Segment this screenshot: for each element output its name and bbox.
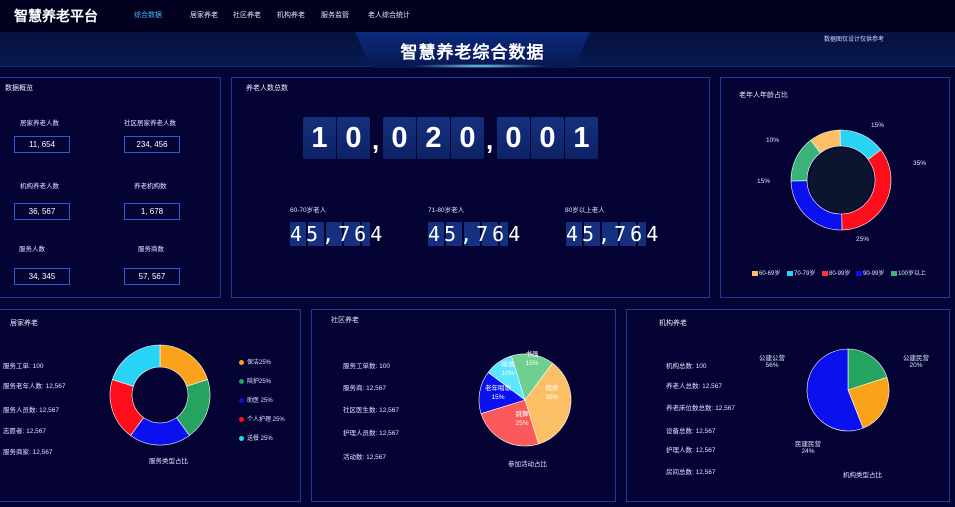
service-type-chart-title: 服务类型占比 [149,458,188,465]
community-stat: 服务商: 12,567 [343,385,387,392]
institution-stat: 护理人数: 12,567 [666,447,716,454]
legend-item-90-99: 90-99岁 [856,268,884,277]
legend-item-80-99: 80-99岁 [822,268,850,277]
age-group-label: 80岁以上老人 [565,207,605,214]
legend-item-meal-delivery: 送餐 25% [239,433,273,442]
institution-stat: 设备总数: 12,567 [666,428,716,435]
nav-item-overview[interactable]: 综合数据 [134,10,162,20]
institution-label-public-public: 公建公营 56% [759,355,785,369]
service-slice-cleaning [159,344,208,387]
nav-item-service-supervision[interactable]: 服务监管 [321,10,349,20]
total-separator: , [372,125,380,155]
community-stat: 社区医生数: 12,567 [343,407,400,414]
community-care-title: 社区养老 [331,317,359,324]
title-glow [410,64,550,68]
overview-label: 居家养老人数 [20,120,59,127]
legend-item-personal-care: 个人护理 25% [239,414,285,423]
legend-item-100plus: 100岁以上 [891,268,926,277]
total-digit: 1 [565,117,598,159]
nav-item-elderly-statistics[interactable]: 老人综合统计 [368,10,410,20]
total-digit: 0 [383,117,416,159]
nav-item-institution-care[interactable]: 机构养老 [277,10,305,20]
activity-slice-label: 书画 [526,349,539,358]
community-stat: 活动数: 12,567 [343,454,387,461]
overview-value: 1, 678 [124,203,180,220]
overview-label: 机构养老人数 [20,183,59,190]
age-ratio-title: 老年人年龄占比 [739,92,788,99]
total-digit: 0 [497,117,530,159]
institution-stat: 养老床位数总数: 12,567 [666,405,736,412]
activity-slice-percent: 35% [545,394,558,401]
age-label-10: 10% [766,137,780,144]
institution-label-public-private: 公建民营 20% [903,355,929,369]
activity-slice-label: 瑜伽 [502,359,515,368]
total-digit: 2 [417,117,450,159]
legend-item-70-79: 70-79岁 [787,268,815,277]
age-label-15-top: 15% [871,122,885,129]
overview-label: 服务商数 [138,246,164,253]
age-group-value: 45,764 [428,222,525,246]
total-digit: 1 [303,117,336,159]
age-group-value: 45,764 [566,222,663,246]
age-label-15-left: 15% [757,178,771,185]
legend-item-60-69: 60-69岁 [752,268,780,277]
home-stat: 志愿者: 12,567 [3,428,47,435]
institution-type-pie-chart [795,338,905,438]
overview-label: 养老机构数 [134,183,167,190]
home-stat: 服务老年人数: 12,567 [3,383,66,390]
legend-item-medical: 助医 25% [239,395,273,404]
age-label-35: 35% [913,160,927,167]
age-group-label: 71-80岁老人 [428,207,465,214]
age-group-value: 45,764 [290,222,387,246]
activity-slice-percent: 25% [515,420,528,427]
activity-slice-percent: 10% [501,370,514,377]
page-title: 智慧养老综合数据 [400,43,545,62]
institution-chart-title: 机构类型占比 [843,472,882,479]
activity-slice-percent: 15% [525,360,538,367]
home-stat: 服务商家: 12,567 [3,449,53,456]
total-separator: , [486,125,494,155]
institution-stat: 养老人总数: 12,567 [666,383,723,390]
activity-chart-title: 参加活动占比 [508,461,547,468]
overview-label: 服务人数 [19,246,45,253]
total-digit: 0 [337,117,370,159]
home-stat: 服务人员数: 12,567 [3,407,60,414]
overview-value: 234, 456 [124,136,180,153]
overview-label: 社区居家养老人数 [124,120,176,127]
community-stat: 护理人员数: 12,567 [343,430,400,437]
activity-slice-label: 棋类 [546,383,560,392]
total-digit: 0 [531,117,564,159]
institution-stat: 机构总数: 100 [666,363,707,370]
overview-value: 34, 345 [14,268,70,285]
overview-value: 57, 567 [124,268,180,285]
institution-care-title: 机构养老 [659,320,687,327]
legend-item-cleaning: 保洁25% [239,357,271,366]
brand-title: 智慧养老平台 [14,8,98,24]
activity-slice-label: 跳舞 [516,409,530,418]
home-care-title: 居家养老 [10,320,38,327]
donut-hole [809,148,873,212]
service-slice-meal-delivery [112,344,161,387]
service-type-donut-chart [100,335,220,455]
nav-item-home-care[interactable]: 居家养老 [190,10,218,20]
institution-label-private-private: 民建民营 24% [795,441,821,455]
banner-note: 数据图仅设计仅供参考 [824,37,885,43]
age-donut-container [720,100,950,260]
age-group-label: 60-70岁老人 [290,207,327,214]
total-title: 养老人数总数 [246,85,288,92]
overview-value: 11, 654 [14,136,70,153]
legend-item-escort: 陪护25% [239,376,271,385]
institution-stat: 房间总数: 12,567 [666,469,716,476]
overview-value: 36, 567 [14,203,70,220]
total-panel [231,77,710,298]
nav-item-community-care[interactable]: 社区养老 [233,10,261,20]
home-stat: 服务工单: 100 [3,363,44,370]
community-stat: 服务工单数: 100 [343,363,390,370]
overview-title: 数据概览 [5,85,33,92]
age-label-25: 25% [856,236,870,243]
activity-slice-label: 老年唱歌 [485,383,512,392]
activity-slice-percent: 15% [491,394,504,401]
total-digit: 0 [451,117,484,159]
activity-pie-chart: 书画 15% 棋类 35% 跳舞 25% 老年唱歌 15% 瑜伽 10% [470,338,590,458]
